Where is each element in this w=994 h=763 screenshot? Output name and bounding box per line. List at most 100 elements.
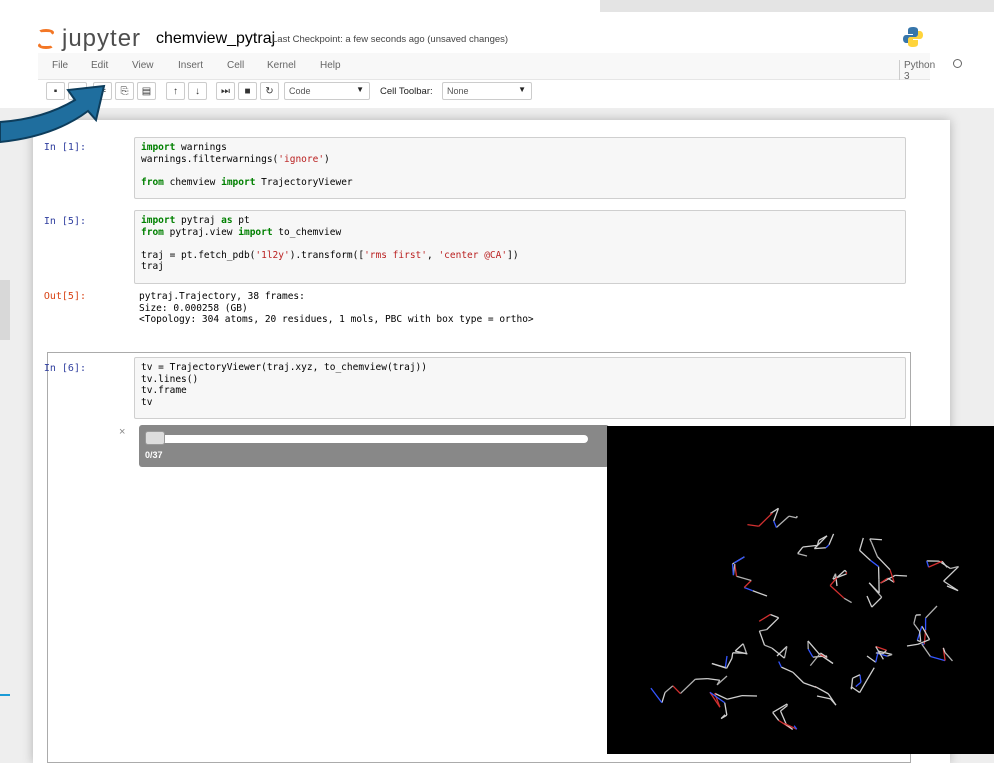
molecule-bond (829, 585, 845, 599)
molecule-bond (814, 685, 829, 695)
molecule-bond (886, 653, 893, 657)
molecule-bond (695, 678, 708, 680)
molecule-bond (813, 535, 828, 550)
code-line: from chemview import TrajectoryViewer (141, 177, 899, 189)
stop-button[interactable]: ■ (238, 82, 257, 100)
move-up-button[interactable]: ↑ (166, 82, 185, 100)
backdrop-edge (0, 280, 10, 340)
kernel-idle-indicator-icon (953, 59, 962, 68)
code-token: warnings.filterwarnings( (141, 153, 279, 165)
run-icon: ⏭ (221, 85, 230, 97)
cell-toolbar-select[interactable]: None ▼ (442, 82, 532, 100)
molecule-viewer-canvas[interactable] (607, 426, 994, 754)
input-prompt: In [5]: (43, 216, 86, 227)
code-token: tv.frame (141, 385, 187, 396)
code-token: '1l2y' (255, 249, 290, 261)
molecule-bond (943, 580, 959, 592)
code-line: tv (141, 397, 899, 409)
menu-bar: File Edit View Insert Cell Kernel Help P… (38, 53, 962, 82)
paste-icon: ▤ (141, 85, 152, 97)
code-token: to_chemview (272, 226, 342, 238)
molecule-bond (926, 560, 930, 568)
notebook-name[interactable]: chemview_pytraj (156, 30, 275, 48)
frame-counter: 0/37 (145, 450, 163, 460)
code-line: tv = TrajectoryViewer(traj.xyz, to_chemv… (141, 362, 899, 374)
move-down-icon: ↓ (195, 85, 200, 97)
code-token: import (141, 215, 176, 226)
molecule-bond (802, 544, 818, 548)
menu-insert[interactable]: Insert (178, 60, 203, 71)
molecule-bond (869, 538, 883, 541)
molecule-bond (758, 613, 771, 622)
molecule-bond (664, 685, 674, 693)
molecule-bond (913, 614, 917, 624)
molecule-bond (758, 630, 766, 646)
molecule-bond (828, 533, 835, 546)
code-token: tv.lines() (141, 373, 199, 385)
jupyter-logo-text: jupyter (62, 25, 142, 52)
molecule-bond (870, 559, 879, 568)
molecule-bond (743, 586, 753, 592)
molecule-bond (772, 712, 780, 721)
code-line: tv.lines() (141, 374, 899, 386)
frame-slider-track[interactable] (146, 435, 588, 443)
molecule-bond (758, 512, 773, 527)
molecule-bond (752, 590, 768, 597)
menu-edit[interactable]: Edit (91, 60, 108, 71)
jupyter-logo[interactable]: jupyter (38, 25, 142, 52)
menu-view[interactable]: View (132, 60, 154, 71)
code-token: pytraj (175, 215, 222, 226)
molecule-bond (913, 623, 921, 632)
code-token: from (141, 176, 164, 188)
code-cell-input[interactable]: tv = TrajectoryViewer(traj.xyz, to_chemv… (134, 357, 906, 419)
code-cell-input[interactable]: import pytraj as pt from pytraj.view impo… (134, 210, 906, 284)
molecule-bond (770, 613, 779, 619)
menu-kernel[interactable]: Kernel (267, 60, 296, 71)
run-button[interactable]: ⏭ (216, 82, 235, 100)
copy-icon: ⎘ (120, 85, 129, 97)
restart-button[interactable]: ↻ (260, 82, 279, 100)
code-line: from pytraj.view import to_chemview (141, 227, 899, 239)
molecule-bond (743, 580, 752, 588)
cell-toolbar-label: Cell Toolbar: (380, 86, 433, 97)
molecule-bond (731, 563, 735, 576)
molecule-bond (731, 652, 734, 659)
molecule-bond (871, 596, 883, 608)
code-token: pytraj.view (163, 226, 239, 238)
molecule-bond (679, 678, 696, 695)
notebook-header: jupyter chemview_pytraj Last Checkpoint:… (0, 0, 994, 108)
output-prompt: Out[5]: (43, 291, 86, 302)
menu-file[interactable]: File (52, 60, 68, 71)
molecule-bond (764, 644, 773, 649)
molecule-bond (827, 693, 837, 706)
chevron-down-icon: ▼ (518, 85, 526, 94)
molecule-bond (925, 605, 938, 619)
molecule-bond (771, 647, 785, 659)
molecule-bond (850, 686, 861, 694)
paste-button[interactable]: ▤ (137, 82, 156, 100)
code-token: pt (232, 215, 250, 226)
notebook-toolbar: ▪ + ✂ ⎘ ▤ ↑ ↓ ⏭ ■ ↻ Code ▼ Cell Toolbar:… (38, 80, 930, 106)
move-down-button[interactable]: ↓ (188, 82, 207, 100)
molecule-bond (773, 520, 777, 528)
molecule-bond (852, 674, 861, 679)
molecule-bond (866, 655, 877, 663)
cell-output-text: pytraj.Trajectory, 38 frames: Size: 0.00… (139, 291, 534, 325)
code-token: 'center @CA' (438, 249, 508, 261)
menu-help[interactable]: Help (320, 60, 341, 71)
code-token: tv = TrajectoryViewer(traj.xyz, to_chemv… (141, 362, 427, 373)
molecule-bond (814, 547, 826, 550)
close-output-icon[interactable]: × (119, 426, 125, 438)
checkpoint-status: Last Checkpoint: a few seconds ago (unsa… (272, 34, 509, 45)
molecule-bond (807, 648, 814, 658)
cell-type-select[interactable]: Code ▼ (284, 82, 370, 100)
code-cell-input[interactable]: import warnings warnings.filterwarnings('… (134, 137, 906, 199)
molecule-bond (742, 643, 748, 654)
menu-cell[interactable]: Cell (227, 60, 244, 71)
kernel-name[interactable]: Python 3 (899, 60, 935, 82)
frame-slider-handle[interactable] (145, 431, 165, 445)
molecule-bond (781, 666, 794, 673)
molecule-bond (650, 687, 663, 704)
chevron-down-icon: ▼ (356, 85, 364, 94)
molecule-bond (816, 695, 831, 700)
